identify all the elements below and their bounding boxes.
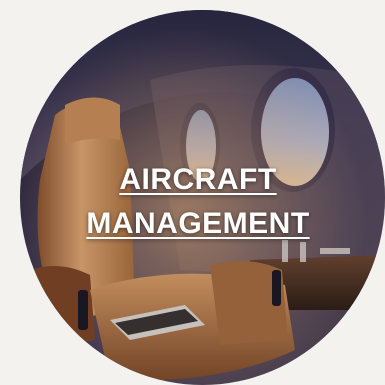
tile-title-line-1: AIRCRAFT — [119, 163, 277, 196]
aircraft-management-tile[interactable]: AIRCRAFT MANAGEMENT — [20, 10, 385, 385]
tile-title-line-2: MANAGEMENT — [86, 207, 310, 240]
tile-title: AIRCRAFT MANAGEMENT — [68, 158, 328, 246]
